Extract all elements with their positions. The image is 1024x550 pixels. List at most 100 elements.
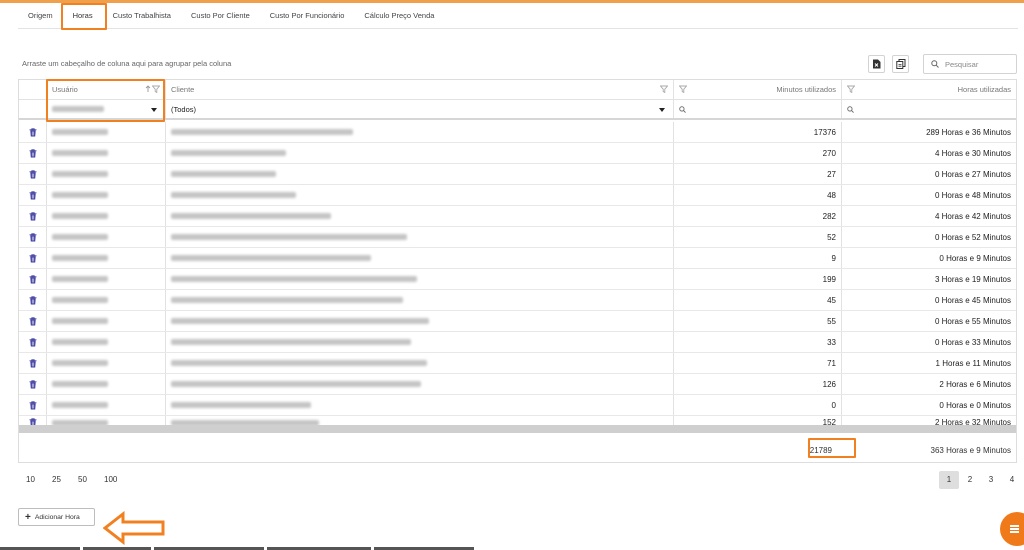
minutos-cell: 27 [674, 164, 842, 184]
redacted-text [52, 150, 108, 156]
page-1[interactable]: 1 [939, 471, 959, 489]
chevron-down-icon [659, 108, 665, 112]
horizontal-scrollbar[interactable] [19, 425, 1016, 433]
trash-icon[interactable] [29, 316, 37, 326]
usuario-cell [47, 269, 166, 289]
add-hora-button[interactable]: + Adicionar Hora [18, 508, 95, 526]
header-cliente[interactable]: Cliente [166, 80, 674, 99]
page-size-100[interactable]: 100 [104, 475, 130, 484]
usuario-cell [47, 143, 166, 163]
trash-icon[interactable] [29, 337, 37, 347]
menu-fab-button[interactable] [1000, 512, 1024, 546]
minutos-filter-input[interactable] [674, 100, 842, 118]
page-size-10[interactable]: 10 [26, 475, 52, 484]
row-actions [19, 311, 47, 331]
redacted-text [52, 171, 108, 177]
redacted-text [52, 106, 104, 112]
trash-icon[interactable] [29, 253, 37, 263]
minutos-cell: 199 [674, 269, 842, 289]
trash-icon[interactable] [29, 190, 37, 200]
filter-icon[interactable] [847, 85, 855, 93]
cliente-cell [166, 269, 674, 289]
horas-cell: 0 Horas e 27 Minutos [934, 169, 1011, 179]
usuario-filter-select[interactable] [47, 100, 166, 118]
redacted-text [52, 213, 108, 219]
group-panel-hint: Arraste um cabeçalho de coluna aqui para… [22, 59, 232, 68]
redacted-text [52, 402, 108, 408]
trash-icon[interactable] [29, 379, 37, 389]
tab-origem[interactable]: Origem [18, 7, 63, 25]
row-actions [19, 227, 47, 247]
page-size-selector: 10 25 50 100 [26, 475, 130, 484]
copy-file-icon [895, 59, 905, 69]
export-selected-button[interactable] [892, 55, 909, 73]
cliente-cell [166, 227, 674, 247]
minutos-cell: 71 [674, 353, 842, 373]
search-input[interactable] [945, 59, 1011, 69]
cliente-cell [166, 311, 674, 331]
redacted-text [171, 129, 353, 135]
trash-icon[interactable] [29, 295, 37, 305]
cliente-cell [166, 185, 674, 205]
tab-custo-trabalhista[interactable]: Custo Trabalhista [103, 7, 181, 25]
tab-horas[interactable]: Horas [63, 7, 103, 25]
usuario-cell [47, 374, 166, 394]
grid-filter-row: (Todos) [19, 100, 1016, 120]
header-minutos[interactable]: Minutos utilizados [674, 80, 842, 99]
table-row: 55 0 Horas e 55 Minutos [19, 311, 1016, 332]
grid-search[interactable] [923, 54, 1017, 74]
search-icon [847, 105, 854, 113]
cliente-cell [166, 290, 674, 310]
page-4[interactable]: 4 [1002, 471, 1022, 489]
total-minutos: 21789 [809, 445, 832, 455]
trash-icon[interactable] [29, 169, 37, 179]
trash-icon[interactable] [29, 274, 37, 284]
trash-icon[interactable] [29, 232, 37, 242]
usuario-cell [47, 248, 166, 268]
trash-icon[interactable] [29, 400, 37, 410]
horas-cell: 0 Horas e 0 Minutos [939, 400, 1011, 410]
table-row: 27 0 Horas e 27 Minutos [19, 164, 1016, 185]
trash-icon[interactable] [29, 127, 37, 137]
usuario-cell [47, 122, 166, 142]
usuario-cell [47, 332, 166, 352]
page-size-25[interactable]: 25 [52, 475, 78, 484]
page-2[interactable]: 2 [960, 471, 980, 489]
filter-icon[interactable] [152, 85, 160, 93]
export-excel-button[interactable] [868, 55, 885, 73]
horas-cell: 0 Horas e 52 Minutos [934, 232, 1011, 242]
trash-icon[interactable] [29, 358, 37, 368]
horas-cell: 3 Horas e 19 Minutos [934, 274, 1011, 284]
tab-calculo-preco-venda[interactable]: Cálculo Preço Venda [354, 7, 444, 25]
cliente-cell [166, 374, 674, 394]
table-row: 52 0 Horas e 52 Minutos [19, 227, 1016, 248]
horas-filter-input[interactable] [842, 100, 1016, 118]
minutos-cell: 270 [674, 143, 842, 163]
redacted-text [52, 129, 108, 135]
filter-icon[interactable] [679, 85, 687, 93]
redacted-text [52, 360, 108, 366]
minutos-cell: 0 [674, 395, 842, 415]
table-row: 48 0 Horas e 48 Minutos [19, 185, 1016, 206]
page-3[interactable]: 3 [981, 471, 1001, 489]
header-horas[interactable]: Horas utilizadas [842, 80, 1016, 99]
cliente-cell [166, 164, 674, 184]
cliente-cell [166, 122, 674, 142]
filter-icon[interactable] [660, 85, 668, 93]
row-actions [19, 164, 47, 184]
horas-cell: 0 Horas e 9 Minutos [939, 253, 1011, 263]
redacted-text [171, 318, 429, 324]
cliente-filter-select[interactable]: (Todos) [166, 100, 674, 118]
tab-custo-por-funcionario[interactable]: Custo Por Funcionário [260, 7, 355, 25]
redacted-text [171, 339, 411, 345]
row-actions [19, 290, 47, 310]
trash-icon[interactable] [29, 211, 37, 221]
table-row: 33 0 Horas e 33 Minutos [19, 332, 1016, 353]
trash-icon[interactable] [29, 148, 37, 158]
header-usuario[interactable]: Usuário [47, 80, 166, 99]
page-size-50[interactable]: 50 [78, 475, 104, 484]
total-horas: 363 Horas e 9 Minutos [930, 445, 1012, 455]
usuario-cell [47, 311, 166, 331]
tab-custo-por-cliente[interactable]: Custo Por Cliente [181, 7, 260, 25]
minutos-cell: 55 [674, 311, 842, 331]
